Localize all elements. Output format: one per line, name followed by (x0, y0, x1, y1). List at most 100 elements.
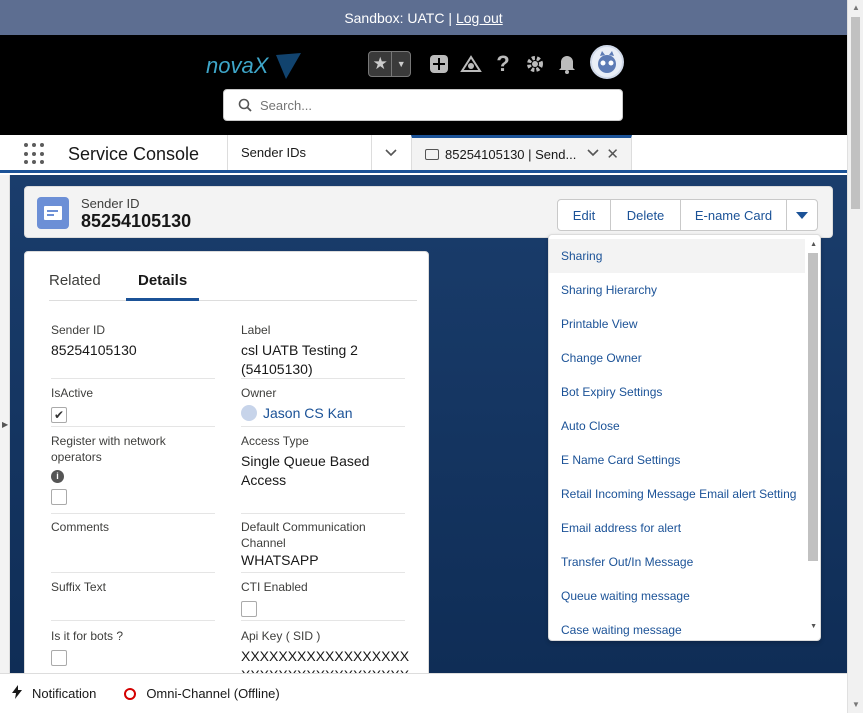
cti-enabled-checkbox (241, 601, 257, 617)
add-icon[interactable] (423, 48, 455, 80)
field-label: Api Key ( SID ) (241, 629, 321, 643)
omni-channel-label: Omni-Channel (Offline) (146, 686, 280, 701)
field-cti-enabled: CTI Enabled (241, 579, 405, 621)
menu-item-bot-expiry-settings[interactable]: Bot Expiry Settings (549, 375, 805, 409)
menu-item-sharing[interactable]: Sharing (549, 239, 805, 273)
owner-avatar (241, 405, 257, 421)
tab-record-label: 85254105130 | Send... (445, 146, 577, 162)
menu-item-printable-view[interactable]: Printable View (549, 307, 805, 341)
scroll-down-icon[interactable]: ▼ (810, 623, 817, 630)
offline-status-icon (124, 687, 137, 700)
left-split-strip[interactable]: ▶ (0, 175, 10, 673)
field-value: csl UATB Testing 2 (54105130) (241, 342, 358, 377)
scrollbar-thumb[interactable] (851, 17, 860, 209)
menu-item-retail-email-alert[interactable]: Retail Incoming Message Email alert Sett… (549, 477, 805, 511)
field-label: Sender ID (51, 323, 106, 337)
menu-item-auto-close[interactable]: Auto Close (549, 409, 805, 443)
favorites-button[interactable]: ★ ▼ (368, 51, 411, 77)
global-search[interactable] (223, 89, 623, 121)
utility-bar: Notification Omni-Channel (Offline) (0, 673, 847, 713)
record-type-label: Sender ID (81, 196, 140, 211)
menu-item-change-owner[interactable]: Change Owner (549, 341, 805, 375)
field-is-active: IsActive ✔ (51, 385, 215, 427)
edit-button[interactable]: Edit (557, 199, 611, 231)
chevron-down-icon[interactable] (385, 146, 397, 160)
menu-item-email-address-alert[interactable]: Email address for alert (549, 511, 805, 545)
info-icon[interactable]: i (51, 470, 64, 483)
expand-arrow-icon[interactable]: ▶ (2, 420, 8, 429)
search-icon (238, 98, 252, 112)
field-value: Single Queue Based Access (241, 453, 370, 488)
menu-item-e-name-card-settings[interactable]: E Name Card Settings (549, 443, 805, 477)
chevron-down-icon[interactable] (587, 148, 599, 160)
notification-utility[interactable]: Notification (12, 685, 96, 702)
field-default-channel: Default Communication Channel WHATSAPP (241, 519, 405, 573)
sender-id-object-icon (37, 197, 69, 229)
tab-record[interactable]: 85254105130 | Send... ✕ (411, 135, 632, 170)
object-selector-label: Sender IDs (241, 145, 307, 160)
field-label: IsActive (51, 386, 94, 400)
owner-link[interactable]: Jason CS Kan (263, 405, 353, 421)
field-comments: Comments (51, 519, 215, 573)
favorites-star-icon: ★ (369, 52, 393, 76)
app-launcher-icon[interactable] (24, 143, 46, 165)
tab-related[interactable]: Related (49, 272, 101, 301)
scroll-up-icon[interactable]: ▲ (810, 241, 817, 248)
lightning-icon (12, 685, 22, 702)
app-navigation: Service Console Sender IDs 85254105130 |… (0, 135, 847, 173)
field-label: Owner (241, 386, 277, 400)
omni-channel-utility[interactable]: Omni-Channel (Offline) (124, 686, 280, 701)
logo-text: novaX (206, 53, 270, 78)
app-name: Service Console (68, 144, 200, 164)
more-actions-button[interactable] (786, 199, 818, 231)
window-scrollbar[interactable]: ▲ ▼ (847, 0, 863, 713)
chevron-down-icon: ▼ (396, 59, 406, 69)
field-label-name: Label csl UATB Testing 2 (54105130) (241, 322, 405, 380)
delete-button[interactable]: Delete (610, 199, 681, 231)
field-sender-id: Sender ID 85254105130 (51, 322, 215, 380)
e-name-card-button[interactable]: E-name Card (680, 199, 787, 231)
panel-tabs: Related Details (49, 268, 417, 301)
notifications-bell-icon[interactable] (551, 48, 583, 80)
trailhead-icon[interactable] (455, 48, 487, 80)
field-access-type: Access Type Single Queue Based Access (241, 433, 405, 514)
field-label: Comments (51, 520, 110, 534)
field-label: Label (241, 323, 271, 337)
field-label: Register with network operators (51, 434, 166, 464)
field-label: CTI Enabled (241, 580, 308, 594)
field-label: Access Type (241, 434, 309, 448)
is-active-checkbox: ✔ (51, 407, 67, 423)
field-label: Default Communication Channel (241, 520, 366, 550)
field-register-network: Register with network operators i (51, 433, 215, 514)
field-owner: Owner Jason CS Kan (241, 385, 405, 427)
menu-item-queue-waiting-message[interactable]: Queue waiting message (549, 579, 805, 613)
menu-item-sharing-hierarchy[interactable]: Sharing Hierarchy (549, 273, 805, 307)
field-value: 85254105130 (51, 342, 137, 358)
field-suffix-text: Suffix Text (51, 579, 215, 621)
menu-scrollbar[interactable] (808, 253, 818, 561)
scroll-up-icon[interactable]: ▲ (852, 3, 860, 12)
field-label: Is it for bots ? (51, 629, 124, 643)
chevron-down-icon (796, 211, 808, 219)
scroll-down-icon[interactable]: ▼ (852, 700, 860, 709)
user-avatar[interactable] (590, 45, 624, 79)
menu-item-transfer-message[interactable]: Transfer Out/In Message (549, 545, 805, 579)
close-icon[interactable]: ✕ (606, 145, 619, 163)
is-for-bots-checkbox (51, 650, 67, 666)
novax-logo[interactable]: novaX (206, 51, 306, 81)
notification-label: Notification (32, 686, 97, 701)
field-label: Suffix Text (51, 580, 106, 594)
object-selector[interactable]: Sender IDs (227, 135, 411, 170)
search-input[interactable] (260, 97, 600, 113)
logout-link[interactable]: Log out (456, 10, 503, 26)
tab-details[interactable]: Details (126, 272, 200, 301)
global-header: novaX ★ ▼ ? (0, 35, 847, 135)
sandbox-banner: Sandbox: UATC | Log out (0, 0, 847, 35)
menu-item-case-waiting-message[interactable]: Case waiting message (549, 613, 805, 640)
record-name: 85254105130 (81, 211, 192, 231)
field-value: WHATSAPP (241, 552, 319, 568)
setup-gear-icon[interactable] (519, 48, 551, 80)
help-icon[interactable]: ? (487, 48, 519, 80)
record-header: Sender ID 85254105130 Edit Delete E-name… (24, 186, 833, 238)
field-value: XXXXXXXXXXXXXXXXXX (241, 648, 410, 664)
